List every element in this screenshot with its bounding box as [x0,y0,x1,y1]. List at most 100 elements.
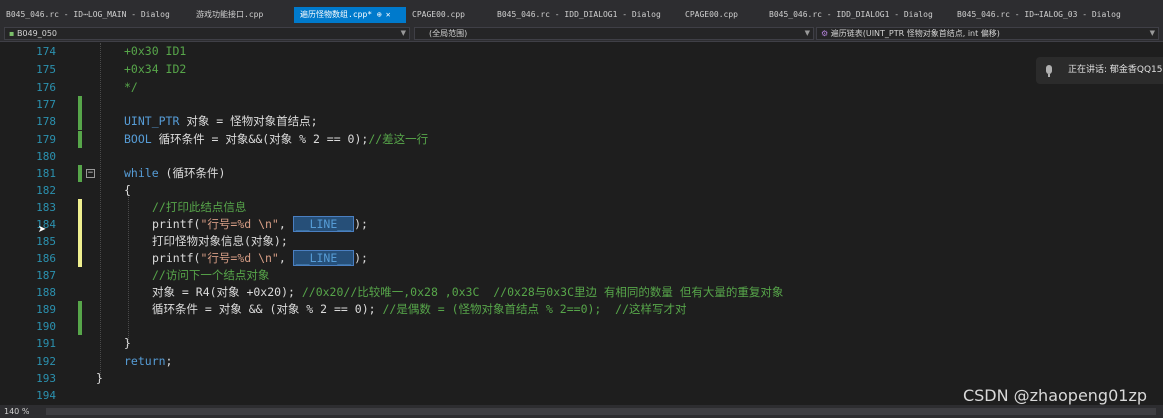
return-keyword: return [124,354,166,368]
tab-cpage00-cpp-2[interactable]: CPAGE00.cpp [679,7,763,23]
line-number: 180 [36,150,56,163]
collapse-icon[interactable]: − [86,169,95,178]
change-marker [78,216,82,233]
code-line: 180 [0,148,1163,165]
tab-label: B045_046.rc - IDD_DIALOG1 - Dialog [497,10,661,19]
code-line: 186 printf("行号=%d \n", __LINE__); [0,250,1163,267]
type-keyword: UINT_PTR [124,114,180,128]
type-keyword: BOOL [124,132,152,146]
tab-game-interface-cpp[interactable]: 游戏功能接口.cpp [190,7,294,23]
code-text: 循环条件 = 对象 && (对象 % 2 == 0); [152,302,376,316]
line-number: 193 [36,372,56,385]
code-comment: //是偶数 = (怪物对象首结点 % 2==0); //这样写才对 [375,302,687,316]
string-literal: "行号=%d \n" [200,251,279,265]
tab-label: CPAGE00.cpp [685,10,738,19]
line-number: 191 [36,337,56,350]
pin-icon[interactable]: ⊕ [377,10,382,19]
code-text: } [124,336,131,350]
tab-label: 游戏功能接口.cpp [196,10,264,19]
change-marker [78,318,82,335]
document-tab-bar: B045_046.rc - ID⋯LOG_MAIN - Dialog 游戏功能接… [0,0,1163,26]
highlighted-macro: __LINE__ [292,250,355,266]
code-line: 181 − while (循环条件) [0,165,1163,182]
tab-b045-dialog-main[interactable]: B045_046.rc - ID⋯LOG_MAIN - Dialog [0,7,190,23]
tab-label: 遍历怪物数组.cpp* [300,10,373,19]
voice-chat-popup: 正在讲话: 郁金香QQ150 [1036,57,1163,84]
code-editor[interactable]: 174 +0x30 ID1 175 +0x34 ID2 176 */ 177 1… [0,43,1163,405]
tab-b045-dialog-03[interactable]: B045_046.rc - ID⋯IALOG_03 - Dialog [951,7,1161,23]
line-number: 190 [36,320,56,333]
code-line: 190 [0,318,1163,335]
code-line: 185 打印怪物对象信息(对象); [0,233,1163,250]
scope-dropdown[interactable]: (全局范围) ▼ [414,27,814,40]
code-text: 对象 = 怪物对象首结点; [179,114,318,128]
line-number: 175 [36,63,56,76]
speaking-status: 正在讲话: 郁金香QQ150 [1068,65,1163,75]
project-label: B049_050 [16,29,57,38]
code-line: 177 [0,96,1163,113]
close-icon[interactable]: ✕ [386,10,391,19]
line-number: 183 [36,201,56,214]
line-number: 189 [36,303,56,316]
code-line: 182 { [0,182,1163,199]
microphone-icon [1046,65,1052,77]
code-text: 对象 = R4(对象 +0x20); [152,285,295,299]
function-icon: ⚙ [821,29,829,38]
code-comment: //0x20//比较唯一,0x28 ,0x3C //0x28与0x3C里边 有相… [294,285,784,299]
project-dropdown[interactable]: ▪ B049_050 ▼ [4,27,410,40]
code-line: 189 循环条件 = 对象 && (对象 % 2 == 0); //是偶数 = … [0,301,1163,318]
chevron-down-icon: ▼ [1149,29,1155,37]
string-literal: "行号=%d \n" [200,217,279,231]
chevron-down-icon: ▼ [400,29,406,37]
code-line: 188 对象 = R4(对象 +0x20); //0x20//比较唯一,0x28… [0,284,1163,301]
function-label: 遍历链表(UINT_PTR 怪物对象首结点, int 偏移) [830,29,1000,38]
line-number: 181 [36,167,56,180]
tab-b045-dialog1[interactable]: B045_046.rc - IDD_DIALOG1 - Dialog [491,7,679,23]
code-line: 191 } [0,335,1163,352]
code-text: ); [354,251,368,265]
code-text: ); [354,217,368,231]
code-text: +0x34 ID2 [124,62,187,76]
project-icon: ▪ [9,29,15,38]
line-number: 194 [36,389,56,402]
change-marker [78,165,82,182]
code-line: 174 +0x30 ID1 [0,43,1163,60]
change-marker [78,131,82,148]
code-line: 178 UINT_PTR 对象 = 怪物对象首结点; [0,113,1163,130]
line-number: 178 [36,115,56,128]
line-number: 192 [36,355,56,368]
line-number: 174 [36,45,56,58]
horizontal-scrollbar[interactable] [46,408,1156,415]
code-line: 187 //访问下一个结点对象 [0,267,1163,284]
code-text: (循环条件) [158,166,226,180]
code-line: 179 BOOL 循环条件 = 对象&&(对象 % 2 == 0);//差这一行 [0,131,1163,148]
tab-cpage00-cpp[interactable]: CPAGE00.cpp [406,7,491,23]
change-marker [78,301,82,318]
zoom-level[interactable]: 140 % [4,405,29,418]
scope-label: (全局范围) [429,29,468,38]
code-line: 192 return; [0,353,1163,370]
change-marker [78,233,82,250]
navigation-bar: ▪ B049_050 ▼ (全局范围) ▼ ⚙ 遍历链表(UINT_PTR 怪物… [0,26,1163,42]
code-line: 176 */ [0,79,1163,96]
code-text: { [124,183,131,197]
code-text: , [278,251,293,265]
code-comment: //打印此结点信息 [152,200,247,214]
tab-traverse-monster-cpp[interactable]: 遍历怪物数组.cpp* ⊕ ✕ [294,7,406,23]
code-line: 175 +0x34 ID2 [0,61,1163,78]
tab-label: B045_046.rc - ID⋯LOG_MAIN - Dialog [6,10,170,19]
function-dropdown[interactable]: ⚙ 遍历链表(UINT_PTR 怪物对象首结点, int 偏移) ▼ [816,27,1159,40]
code-comment: //访问下一个结点对象 [152,268,270,282]
highlighted-macro: __LINE__ [292,216,355,232]
watermark-text: CSDN @zhaopeng01zp [962,386,1147,405]
tab-label: CPAGE00.cpp [412,10,465,19]
while-keyword: while [124,166,159,180]
code-text: , [278,217,293,231]
line-number: 179 [36,133,56,146]
tab-b045-dialog1-2[interactable]: B045_046.rc - IDD_DIALOG1 - Dialog [763,7,951,23]
code-text: */ [124,80,138,94]
code-line: 183 //打印此结点信息 [0,199,1163,216]
code-comment: //差这一行 [368,132,429,146]
chevron-down-icon: ▼ [804,29,810,37]
change-marker [78,199,82,216]
